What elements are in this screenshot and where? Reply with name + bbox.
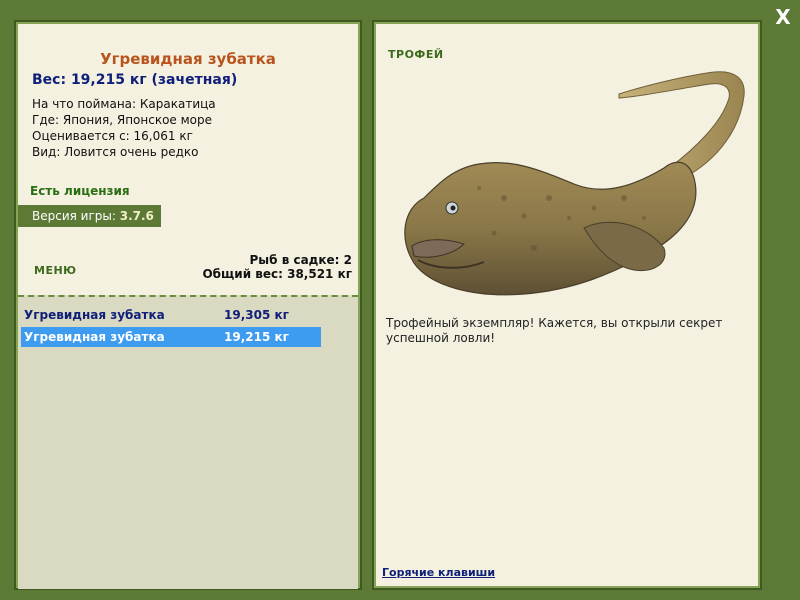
version-value: 3.7.6 [119, 209, 154, 223]
catch-list: Угревидная зубатка 19,305 кг Угревидная … [18, 295, 358, 589]
trophy-label: ТРОФЕЙ [388, 48, 444, 61]
game-version: Версия игры: 3.7.6 [18, 205, 161, 227]
location-info: Где: Япония, Японское море [32, 113, 213, 127]
wolf-eel-image [404, 71, 745, 296]
menu-button[interactable]: МЕНЮ [34, 264, 77, 277]
catch-row[interactable]: Угревидная зубатка 19,305 кг [21, 305, 321, 325]
close-button[interactable]: X [770, 4, 796, 30]
catch-name: Угревидная зубатка [24, 308, 165, 322]
version-label: Версия игры: [32, 209, 120, 223]
license-status: Есть лицензия [30, 184, 130, 198]
catch-row-selected[interactable]: Угревидная зубатка 19,215 кг [21, 327, 321, 347]
bait-info: На что поймана: Каракатица [32, 97, 216, 111]
fish-title: Угревидная зубатка [100, 50, 276, 68]
keepnet-count: Рыб в садке: 2 [249, 253, 353, 267]
fish-info-panel: Угревидная зубатка Вес: 19,215 кг (зачет… [14, 20, 362, 590]
fish-weight: Вес: 19,215 кг (зачетная) [32, 72, 238, 88]
trophy-panel: ТРОФЕЙ Трофейный экземпляр! Кажется, вы … [372, 20, 762, 590]
trophy-description: Трофейный экземпляр! Кажется, вы открыли… [386, 316, 723, 345]
keepnet-total-weight: Общий вес: 38,521 кг [202, 267, 352, 281]
rarity-info: Вид: Ловится очень редко [32, 145, 199, 159]
hotkeys-link[interactable]: Горячие клавиши [382, 566, 495, 579]
catch-weight: 19,215 кг [224, 330, 289, 344]
catch-name: Угревидная зубатка [24, 330, 165, 344]
valuation-info: Оценивается с: 16,061 кг [32, 129, 193, 143]
catch-weight: 19,305 кг [224, 308, 289, 322]
